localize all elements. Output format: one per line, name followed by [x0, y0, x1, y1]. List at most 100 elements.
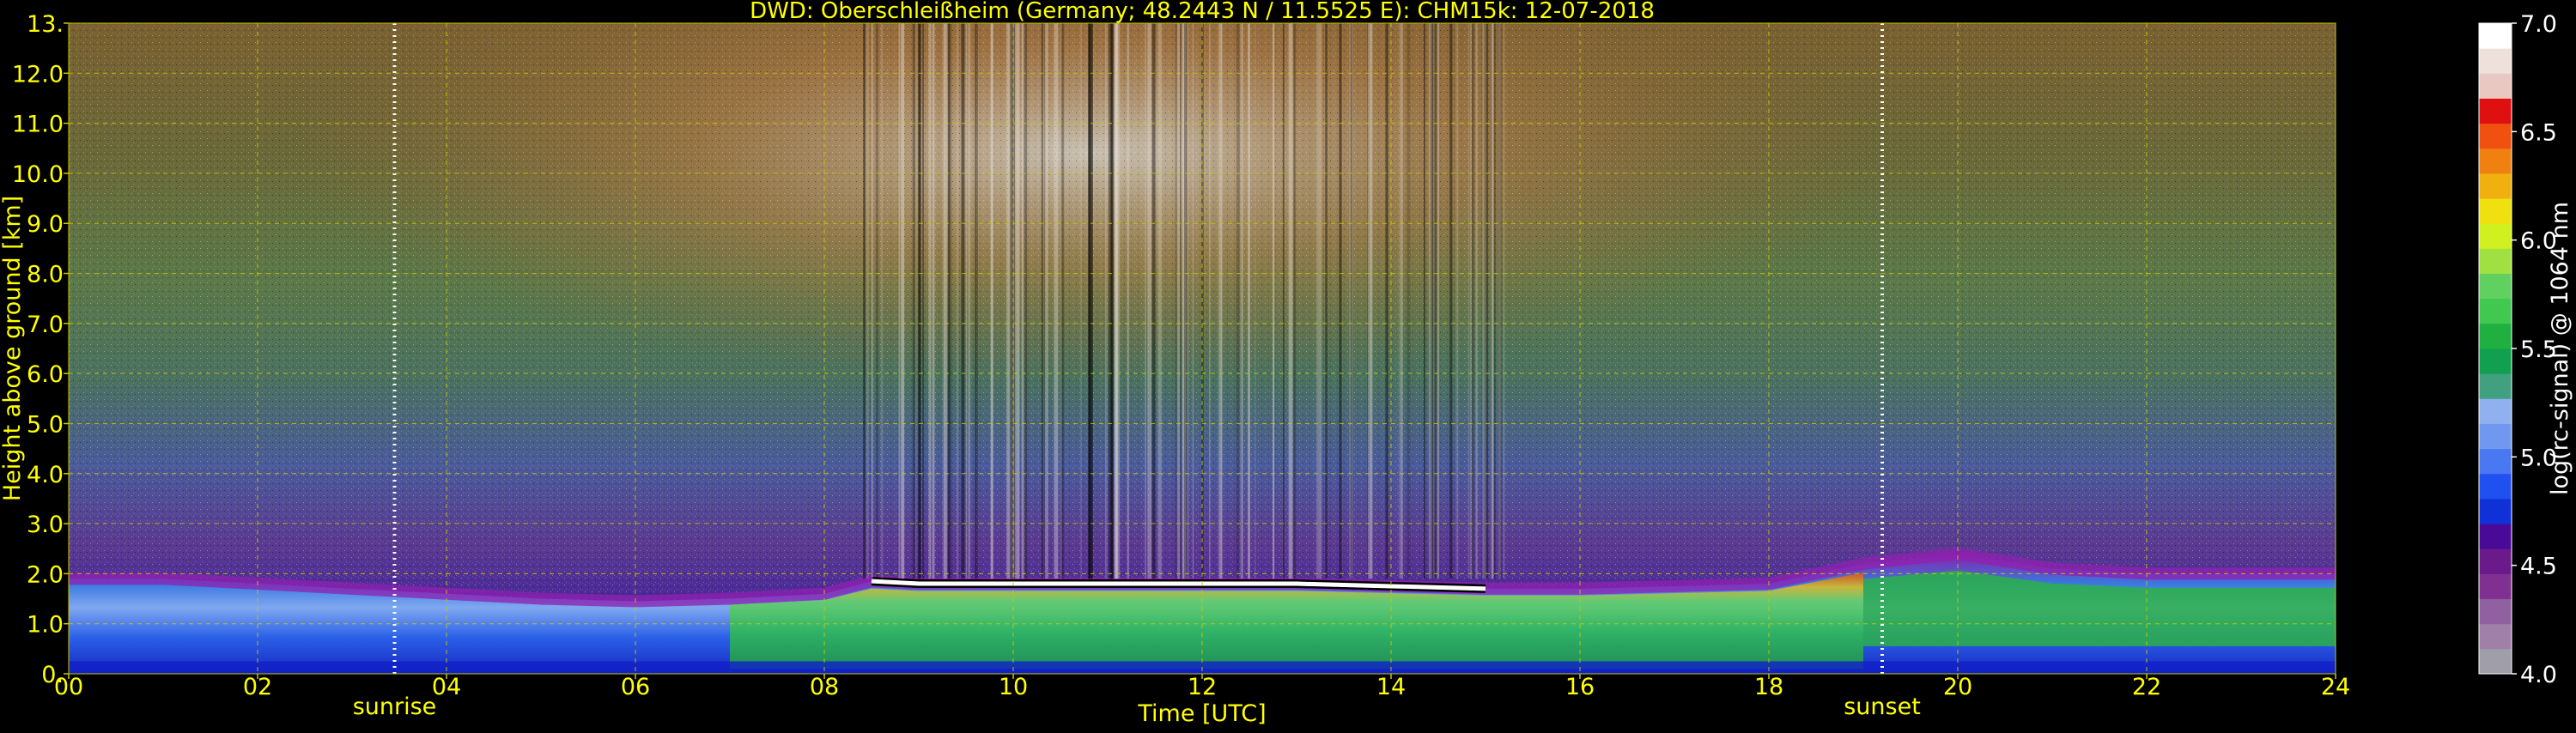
colorbar-swatch [2479, 498, 2512, 524]
colorbar-swatch [2479, 548, 2512, 574]
signal-streak [1317, 23, 1322, 579]
signal-streak [1367, 23, 1372, 579]
signal-streak [914, 23, 917, 579]
x-tick-label: 20 [1943, 674, 1972, 700]
signal-streak [1472, 23, 1474, 579]
signal-streak [961, 23, 965, 579]
x-tick-label: 08 [810, 674, 839, 700]
signal-streak [1060, 23, 1065, 579]
y-tick-label: 10.0 [12, 161, 64, 188]
colorbar-label: log(rc-signal) @ 1064 nm [2547, 202, 2573, 495]
signal-streak [1041, 23, 1044, 579]
signal-streak [1006, 23, 1011, 579]
signal-streak [1482, 23, 1486, 579]
chart-svg: sunrise sunset 00 02 04 06 08 10 12 14 16 18 20 22 24… [0, 0, 2573, 727]
y-tick-label: 0. [41, 662, 64, 688]
signal-streak [1293, 23, 1296, 579]
colorbar-swatch [2479, 48, 2512, 74]
colorbar-swatch [2479, 623, 2512, 650]
signal-streak [1350, 23, 1352, 579]
signal-streak [919, 23, 921, 579]
colorbar-tick-label: 4.5 [2520, 554, 2557, 580]
signal-streak [922, 23, 924, 579]
colorbar-swatch [2479, 323, 2512, 349]
signal-streak [1180, 23, 1182, 579]
signal-streak [1406, 23, 1411, 579]
signal-streak [975, 23, 978, 579]
signal-streak [1016, 23, 1020, 579]
signal-streak [1106, 23, 1108, 579]
sunrise-label: sunrise [353, 694, 437, 720]
signal-streak [1282, 23, 1285, 579]
signal-streak [969, 23, 971, 579]
signal-streak [880, 23, 884, 579]
signal-streak [1288, 23, 1293, 579]
colorbar-swatch [2479, 473, 2512, 500]
colorbar-swatch [2479, 123, 2512, 149]
signal-streak [1183, 23, 1188, 579]
x-tick-label: 10 [999, 674, 1028, 700]
signal-streak [968, 23, 969, 579]
signal-streak [965, 23, 968, 579]
signal-streak [1218, 23, 1219, 579]
signal-streak [1023, 23, 1028, 579]
x-tick-label: 04 [432, 674, 461, 700]
signal-streak [1021, 23, 1024, 579]
signal-streak [1209, 23, 1211, 579]
y-tick-label: 8.0 [27, 262, 64, 288]
colorbar-swatch [2479, 23, 2512, 49]
x-tick-label: 02 [243, 674, 272, 700]
signal-streak [1429, 23, 1432, 579]
y-tick-label: 3.0 [27, 512, 64, 538]
signal-streak [898, 23, 901, 579]
signal-streak [1455, 23, 1459, 579]
signal-streak [1493, 23, 1496, 579]
signal-streak [990, 23, 993, 579]
colorbar-swatch [2479, 448, 2512, 475]
colorbar-swatch [2479, 98, 2512, 124]
signal-streak [912, 23, 916, 579]
signal-streak [1192, 23, 1194, 579]
x-tick-label: 12 [1188, 674, 1217, 700]
signal-streak [1009, 23, 1013, 579]
colorbar-swatch [2479, 248, 2512, 275]
colorbar-swatch [2479, 648, 2512, 675]
signal-streak [944, 23, 948, 579]
signal-streak [1157, 23, 1162, 579]
x-tick-label: 16 [1565, 674, 1595, 700]
signal-streak [1104, 23, 1107, 579]
chart-title: DWD: Oberschleißheim (Germany; 48.2443 N… [750, 0, 1655, 24]
signal-streak [1449, 23, 1453, 579]
signal-streak [1080, 23, 1082, 579]
colorbar-swatch [2479, 598, 2512, 625]
signal-streak [932, 23, 935, 579]
y-tick-label: 11.0 [12, 112, 64, 138]
y-tick-label: 12.0 [12, 61, 64, 88]
colorbar-swatch [2479, 148, 2512, 174]
ceilometer-chart: sunrise sunset 00 02 04 06 08 10 12 14 16 18 20 22 24… [0, 0, 2576, 730]
colorbar: 4.04.55.05.56.06.57.0 [2478, 11, 2557, 688]
sunset-label: sunset [1844, 694, 1921, 720]
colorbar-swatch [2479, 373, 2512, 399]
y-tick-label: 2.0 [27, 561, 64, 588]
x-tick-label: 18 [1754, 674, 1783, 700]
colorbar-swatch [2479, 298, 2512, 324]
signal-streak [1491, 23, 1492, 579]
x-tick-label: 22 [2132, 674, 2161, 700]
signal-streak [1127, 23, 1129, 579]
signal-streak [1475, 23, 1478, 579]
signal-streak [871, 23, 873, 579]
signal-streak [1175, 23, 1178, 579]
signal-streak [1054, 23, 1059, 579]
signal-streak [1236, 23, 1241, 579]
colorbar-tick-label: 4.0 [2520, 662, 2557, 688]
signal-streak [1090, 23, 1093, 579]
signal-streak [1467, 23, 1469, 579]
signal-streak [1385, 23, 1388, 579]
signal-streak [1325, 23, 1327, 579]
colorbar-swatch [2479, 173, 2512, 199]
colorbar-swatch [2479, 524, 2512, 549]
y-tick-label: 7.0 [27, 312, 64, 338]
x-axis-label: Time [UTC] [1137, 700, 1266, 727]
signal-streak [1111, 23, 1114, 579]
